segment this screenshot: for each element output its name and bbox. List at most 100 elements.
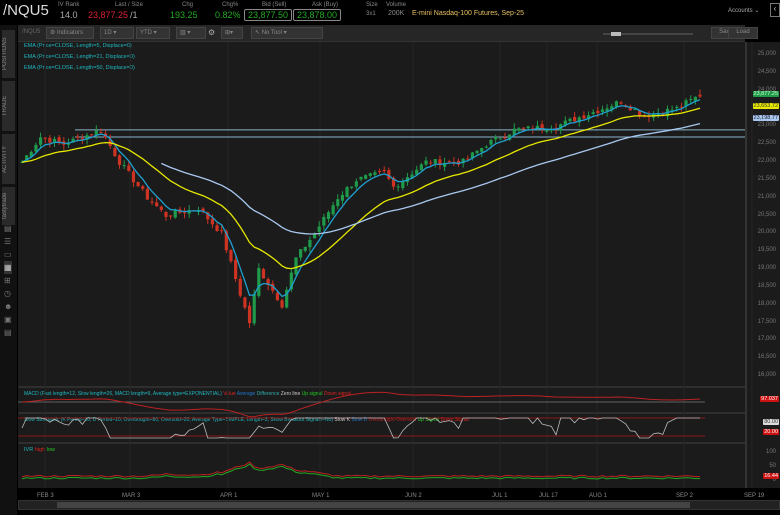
- candle: [234, 259, 238, 279]
- macd-value-tag: 97.037: [760, 396, 779, 402]
- date-tick: FEB 3: [37, 493, 54, 499]
- stoch-oversold-tag: 20.00: [763, 429, 779, 435]
- candle: [429, 162, 433, 164]
- candle: [294, 257, 298, 275]
- candle: [182, 212, 187, 214]
- candle: [368, 173, 372, 176]
- candle: [322, 216, 326, 226]
- date-tick: SEP 19: [744, 493, 765, 499]
- candle: [243, 297, 247, 308]
- ema5-line: [21, 99, 701, 298]
- candle: [424, 160, 428, 165]
- scrollbar-thumb[interactable]: [57, 502, 690, 508]
- candle: [76, 136, 80, 138]
- candle: [252, 294, 256, 324]
- candle: [689, 99, 693, 101]
- candle: [582, 115, 586, 119]
- candle: [517, 128, 521, 131]
- candle: [675, 106, 679, 109]
- ema50-tag: 23,198.77: [752, 115, 779, 121]
- candle: [317, 226, 321, 232]
- candle: [382, 169, 386, 172]
- candle: [614, 101, 619, 107]
- candle: [619, 102, 623, 104]
- candle: [308, 239, 312, 248]
- date-tick: MAY 1: [312, 493, 330, 499]
- candle: [122, 165, 126, 167]
- date-tick: JUL 17: [539, 493, 558, 499]
- candle: [173, 210, 177, 218]
- candle: [326, 212, 331, 219]
- candle: [466, 158, 470, 160]
- candle: [336, 199, 340, 207]
- date-tick: MAR 3: [122, 493, 141, 499]
- candle: [299, 249, 303, 258]
- candle: [280, 300, 284, 308]
- candle: [275, 292, 280, 301]
- candle: [364, 175, 368, 179]
- candle: [526, 126, 530, 129]
- candle: [34, 144, 38, 152]
- ivr-high-line: [21, 461, 701, 478]
- candle: [52, 138, 57, 142]
- candle: [573, 116, 577, 122]
- horizontal-scrollbar[interactable]: [18, 500, 780, 510]
- candle: [164, 211, 168, 217]
- chart-overlay: [18, 42, 753, 488]
- candle: [498, 138, 502, 140]
- candle: [117, 155, 122, 165]
- date-tick: JUL 1: [492, 493, 508, 499]
- date-tick: APR 1: [220, 493, 238, 499]
- candle: [247, 305, 252, 324]
- candle: [489, 139, 493, 145]
- candle: [373, 172, 377, 175]
- candle: [433, 159, 437, 164]
- candle: [350, 186, 354, 188]
- candle: [220, 230, 224, 232]
- candle: [303, 246, 307, 251]
- candle: [238, 278, 242, 296]
- last-price-tag: 23,877.25: [752, 91, 779, 97]
- candle: [480, 147, 484, 152]
- candle: [150, 201, 154, 203]
- candle: [215, 225, 219, 232]
- stoch-overbought-tag: 80.00: [763, 419, 779, 425]
- candle: [503, 137, 507, 139]
- candle: [359, 176, 363, 180]
- candle: [698, 94, 702, 97]
- date-tick: AUG 1: [589, 493, 608, 499]
- candle: [521, 127, 526, 129]
- candle: [447, 161, 451, 163]
- date-tick: SEP 2: [676, 493, 693, 499]
- candle: [48, 137, 52, 143]
- candle: [568, 118, 572, 122]
- ivr-value-tag: 16.44: [763, 473, 779, 479]
- date-tick: JUN 2: [405, 493, 422, 499]
- candle: [136, 181, 140, 187]
- candle: [484, 146, 488, 148]
- candle: [145, 188, 149, 200]
- candle: [38, 137, 43, 145]
- ema21-line: [21, 107, 701, 270]
- candle: [43, 137, 47, 139]
- candle: [475, 150, 479, 153]
- candle: [229, 249, 233, 262]
- candle: [345, 187, 349, 197]
- macd-value-line: [21, 391, 701, 418]
- candle: [354, 181, 358, 187]
- candle: [210, 218, 214, 225]
- candle: [596, 110, 600, 114]
- candle: [99, 132, 103, 134]
- candle: [591, 112, 595, 114]
- candle: [600, 109, 605, 113]
- candle: [331, 205, 335, 215]
- candle: [261, 269, 266, 279]
- candle: [141, 186, 145, 189]
- candle: [127, 165, 131, 171]
- ivr-tick: 50: [769, 463, 776, 469]
- candle: [340, 194, 345, 201]
- candle: [545, 130, 549, 132]
- candle: [131, 171, 136, 183]
- candle: [169, 215, 173, 217]
- ema50-line: [161, 122, 701, 235]
